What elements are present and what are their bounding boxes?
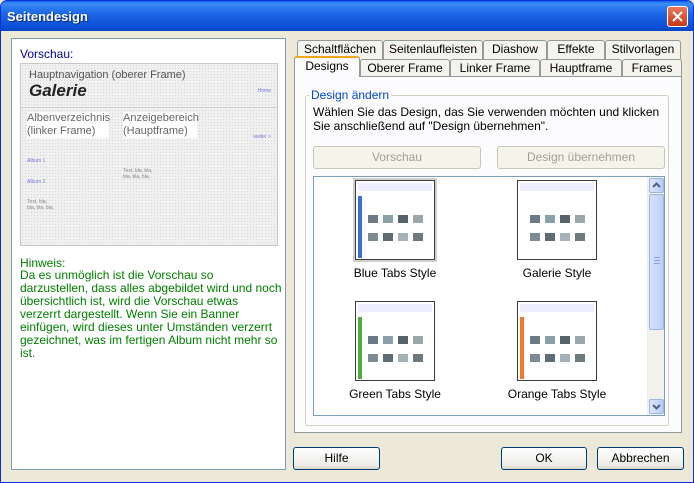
thumbnail-header bbox=[520, 183, 594, 191]
design-group-legend: Design ändern bbox=[309, 88, 392, 102]
thumbnail-photo bbox=[368, 215, 378, 223]
thumbnail-photo bbox=[575, 215, 585, 223]
preview-display-frame: Anzeigebereich (Hauptframe) bbox=[123, 112, 199, 138]
thumbnail-photo bbox=[560, 233, 570, 241]
thumbnail-photo bbox=[545, 215, 555, 223]
thumbnail-header bbox=[520, 304, 594, 312]
thumbnail-photo bbox=[560, 336, 570, 344]
preview-image: Hauptnavigation (oberer Frame) Galerie H… bbox=[20, 63, 278, 246]
thumbnail-header bbox=[358, 304, 432, 312]
help-button[interactable]: Hilfe bbox=[293, 447, 380, 470]
scroll-up-button[interactable] bbox=[649, 178, 664, 193]
thumbnail-photo bbox=[413, 215, 423, 223]
thumbnail-photo bbox=[530, 336, 540, 344]
tab-designs[interactable]: Designs bbox=[294, 56, 360, 77]
window-title: Seitendesign bbox=[7, 9, 88, 24]
preview-display-line1: Anzeigebereich bbox=[123, 112, 199, 124]
preview-album-name: Galerie bbox=[29, 81, 87, 100]
design-thumbnail[interactable] bbox=[353, 178, 437, 262]
title-bar: Seitendesign bbox=[1, 1, 693, 31]
thumbnail-photo bbox=[530, 233, 540, 241]
scroll-thumb[interactable] bbox=[649, 194, 664, 330]
design-name: Green Tabs Style bbox=[349, 387, 441, 401]
thumbnail-header bbox=[358, 183, 432, 191]
hint-text: Da es unmöglich ist die Vorschau so darz… bbox=[20, 268, 282, 360]
close-icon bbox=[672, 11, 683, 22]
tab-seitenlaufleisten[interactable]: Seitenlaufleisten bbox=[383, 40, 483, 59]
thumbnail-accent-bar bbox=[358, 196, 362, 258]
design-thumbnail[interactable] bbox=[517, 180, 597, 260]
design-name: Blue Tabs Style bbox=[353, 266, 437, 280]
thumbnail-photo bbox=[383, 336, 393, 344]
chevron-up-icon bbox=[652, 182, 661, 188]
thumbnail-photo bbox=[413, 233, 423, 241]
close-button[interactable] bbox=[667, 6, 688, 27]
thumbnail-photo bbox=[398, 215, 408, 223]
thumbnail-photo bbox=[545, 233, 555, 241]
preview-album1: Album 1 bbox=[27, 158, 46, 164]
thumbnail-photo bbox=[383, 354, 393, 362]
design-thumbnail[interactable] bbox=[355, 301, 435, 381]
thumbnail-photo bbox=[575, 336, 585, 344]
design-instruction: Wählen Sie das Design, das Sie verwenden… bbox=[313, 105, 660, 133]
preview-albums-line1: Albenverzeichnis bbox=[27, 112, 111, 124]
scroll-down-button[interactable] bbox=[649, 399, 664, 414]
thumbnail-photo bbox=[575, 354, 585, 362]
tab-effekte[interactable]: Effekte bbox=[547, 40, 605, 59]
scroll-grip bbox=[654, 263, 660, 264]
thumbnail-photo bbox=[368, 233, 378, 241]
preview-label: Vorschau: bbox=[20, 47, 74, 61]
preview-display-line2: (Hauptframe) bbox=[123, 125, 188, 137]
preview-button[interactable]: Vorschau bbox=[313, 146, 481, 169]
cancel-button[interactable]: Abbrechen bbox=[597, 447, 684, 470]
thumbnail-accent-bar bbox=[358, 317, 362, 379]
thumbnail-photo bbox=[398, 354, 408, 362]
preview-text-left: Text, bla, bla, bla, bla, bbox=[27, 199, 54, 211]
thumbnail-photo bbox=[383, 215, 393, 223]
preview-home-link: Home bbox=[257, 88, 271, 94]
apply-design-button[interactable]: Design übernehmen bbox=[497, 146, 665, 169]
design-name: Orange Tabs Style bbox=[507, 387, 607, 401]
thumbnail-photo bbox=[560, 215, 570, 223]
thumbnail-photo bbox=[530, 215, 540, 223]
preview-text-right: Text, bla, bla, bla, bla, bla, bbox=[123, 168, 153, 180]
scroll-grip bbox=[654, 260, 660, 261]
preview-album2: Album 2 bbox=[27, 179, 46, 185]
scroll-grip bbox=[654, 257, 660, 258]
preview-albums-frame: Albenverzeichnis (linker Frame) bbox=[27, 112, 111, 138]
thumbnail-photo bbox=[413, 354, 423, 362]
design-list[interactable]: Blue Tabs Style Galerie Style Green Tabs… bbox=[313, 176, 665, 416]
thumbnail-photo bbox=[368, 354, 378, 362]
tab-diashow[interactable]: Diashow bbox=[483, 40, 547, 59]
thumbnail-photo bbox=[398, 233, 408, 241]
thumbnail-photo bbox=[545, 354, 555, 362]
design-name: Galerie Style bbox=[522, 266, 592, 280]
preview-nav-title: Hauptnavigation (oberer Frame) bbox=[29, 69, 186, 81]
designs-tab-panel: Design ändern Wählen Sie das Design, das… bbox=[294, 76, 682, 433]
thumbnail-accent-bar bbox=[520, 317, 524, 379]
thumbnail-photo bbox=[560, 354, 570, 362]
ok-button[interactable]: OK bbox=[501, 447, 587, 470]
design-thumbnail[interactable] bbox=[517, 301, 597, 381]
design-list-scrollbar[interactable] bbox=[647, 177, 664, 415]
thumbnail-photo bbox=[368, 336, 378, 344]
thumbnail-photo bbox=[383, 233, 393, 241]
preview-divider bbox=[21, 107, 277, 108]
dialog-window: Seitendesign Vorschau: Hauptnavigation (… bbox=[0, 0, 694, 483]
thumbnail-photo bbox=[545, 336, 555, 344]
preview-pane: Vorschau: Hauptnavigation (oberer Frame)… bbox=[11, 38, 286, 470]
preview-next-link: weiter > bbox=[253, 134, 271, 140]
tab-stilvorlagen[interactable]: Stilvorlagen bbox=[605, 40, 681, 59]
preview-albums-line2: (linker Frame) bbox=[27, 125, 96, 137]
thumbnail-photo bbox=[575, 233, 585, 241]
thumbnail-photo bbox=[398, 336, 408, 344]
thumbnail-photo bbox=[413, 336, 423, 344]
thumbnail-photo bbox=[530, 354, 540, 362]
chevron-down-icon bbox=[652, 404, 661, 410]
